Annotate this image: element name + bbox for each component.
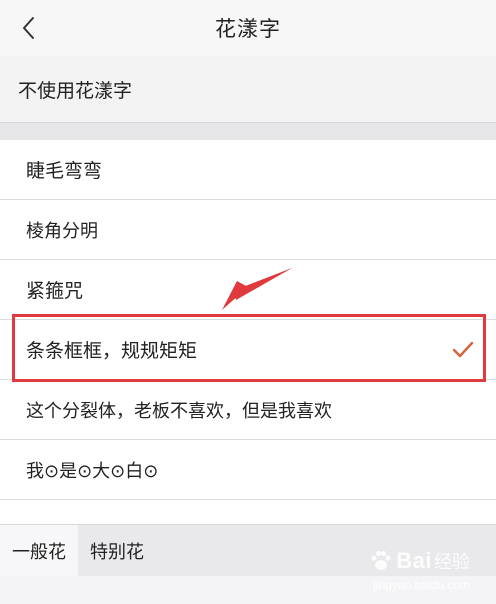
font-style-label: 条条框框，规规矩矩 (26, 340, 198, 362)
phone-screen: 花漾字 不使用花漾字 睫毛弯弯 棱角分明 紧箍咒 条条框框，规规矩矩 这个分裂体… (0, 0, 496, 604)
tab-label: 一般花 (12, 541, 66, 563)
font-style-item[interactable]: 这个分裂体，老板不喜欢，但是我喜欢 (0, 380, 496, 440)
font-style-item[interactable]: 棱角分明 (0, 200, 496, 260)
font-style-list: 睫毛弯弯 棱角分明 紧箍咒 条条框框，规规矩矩 这个分裂体，老板不喜欢，但是我喜… (0, 140, 496, 500)
no-font-option-label: 不使用花漾字 (18, 79, 133, 102)
checkmark-icon (452, 341, 474, 357)
font-style-item[interactable]: 我⊙是⊙大⊙白⊙ (0, 440, 496, 500)
font-style-label: 紧箍咒 (26, 280, 84, 302)
section-divider (0, 122, 496, 140)
font-style-item[interactable]: 紧箍咒 (0, 260, 496, 320)
tab-regular[interactable]: 一般花 (0, 524, 78, 577)
font-style-label: 棱角分明 (26, 220, 98, 242)
font-style-item-selected[interactable]: 条条框框，规规矩矩 (0, 320, 496, 380)
page-title: 花漾字 (215, 17, 281, 41)
tab-special[interactable]: 特别花 (78, 525, 156, 577)
no-font-option[interactable]: 不使用花漾字 (0, 56, 496, 122)
font-style-item[interactable]: 睫毛弯弯 (0, 140, 496, 200)
keyboard-area (0, 576, 496, 604)
font-style-label: 睫毛弯弯 (26, 160, 103, 182)
back-button[interactable] (10, 10, 46, 46)
top-bar: 花漾字 (0, 0, 496, 56)
tab-label: 特别花 (90, 541, 144, 563)
category-tabs: 一般花 特别花 (0, 524, 496, 577)
font-style-label: 这个分裂体，老板不喜欢，但是我喜欢 (26, 400, 332, 422)
chevron-left-icon (23, 17, 34, 39)
font-style-label: 我⊙是⊙大⊙白⊙ (26, 460, 159, 482)
